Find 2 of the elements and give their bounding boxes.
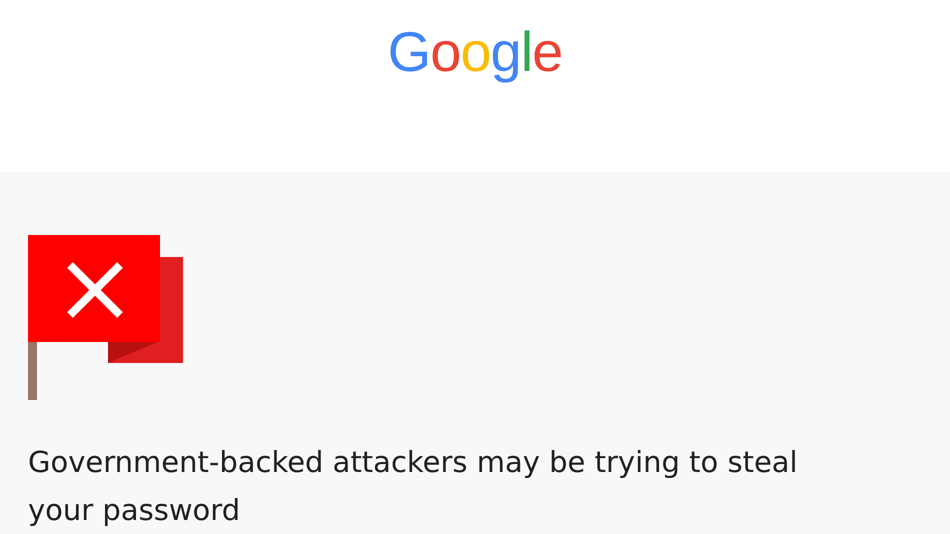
flag-icon xyxy=(28,235,184,400)
warning-message: Government-backed attackers may be trying to steal your password xyxy=(28,444,799,529)
